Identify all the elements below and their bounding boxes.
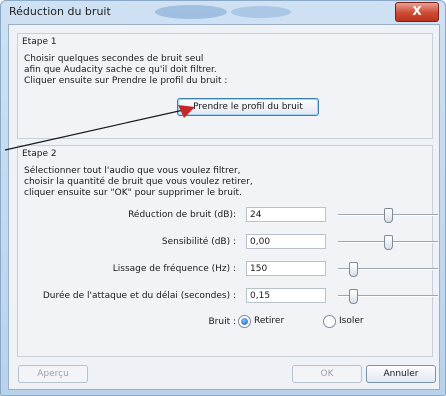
close-button[interactable]: X bbox=[395, 2, 439, 22]
frequency-smoothing-input[interactable]: 150 bbox=[246, 261, 326, 276]
preview-button[interactable]: Aperçu bbox=[18, 365, 88, 383]
close-icon: X bbox=[412, 4, 422, 18]
sensitivity-label: Sensibilité (dB) : bbox=[161, 237, 236, 247]
frequency-smoothing-label: Lissage de fréquence (Hz) : bbox=[112, 264, 236, 274]
retirer-radio[interactable] bbox=[238, 315, 251, 328]
slider-thumb[interactable] bbox=[349, 289, 358, 304]
noise-reduction-label: Réduction de bruit (dB): bbox=[128, 210, 236, 220]
step2-group: Etape 2 Sélectionner tout l'audio que vo… bbox=[17, 145, 438, 357]
title-bar-decoration bbox=[155, 5, 291, 19]
step1-line-1: Choisir quelques secondes de bruit seul bbox=[24, 54, 204, 64]
dialog-window: Réduction du bruit X Etape 1 Choisir que… bbox=[0, 0, 446, 396]
attack-decay-input[interactable]: 0,15 bbox=[246, 288, 326, 303]
retirer-radio-label[interactable]: Retirer bbox=[254, 316, 284, 327]
isoler-radio[interactable] bbox=[323, 315, 336, 328]
title-bar[interactable]: Réduction du bruit X bbox=[1, 1, 445, 23]
slider-thumb[interactable] bbox=[349, 262, 358, 277]
attack-decay-slider[interactable] bbox=[338, 289, 438, 304]
noise-reduction-input[interactable]: 24 bbox=[246, 207, 326, 222]
step2-line-2: choisir la quantité de bruit que vous vo… bbox=[24, 177, 253, 187]
dialog-client-area: Etape 1 Choisir quelques secondes de bru… bbox=[8, 24, 440, 390]
step1-title: Etape 1 bbox=[22, 37, 57, 47]
annotation-arrow-icon bbox=[4, 105, 195, 151]
noise-reduction-slider[interactable] bbox=[338, 208, 438, 223]
isoler-radio-label[interactable]: Isoler bbox=[339, 316, 364, 327]
step2-line-1: Sélectionner tout l'audio que vous voule… bbox=[24, 166, 241, 176]
step2-line-3: cliquer ensuite sur "OK" pour supprimer … bbox=[24, 188, 242, 198]
frequency-smoothing-slider[interactable] bbox=[338, 262, 438, 277]
window-title: Réduction du bruit bbox=[9, 5, 111, 18]
slider-thumb[interactable] bbox=[384, 208, 393, 223]
cancel-button[interactable]: Annuler bbox=[366, 365, 436, 383]
sensitivity-input[interactable]: 0,00 bbox=[246, 234, 326, 249]
sensitivity-slider[interactable] bbox=[338, 235, 438, 250]
slider-thumb[interactable] bbox=[384, 235, 393, 250]
ok-button[interactable]: OK bbox=[292, 365, 362, 383]
step1-line-2: afin que Audacity sache ce qu'il doit fi… bbox=[24, 65, 217, 75]
step1-line-3: Cliquer ensuite sur Prendre le profil du… bbox=[24, 76, 228, 86]
attack-decay-label: Durée de l'attaque et du délai (secondes… bbox=[42, 291, 236, 301]
noise-mode-label: Bruit : bbox=[208, 317, 236, 327]
